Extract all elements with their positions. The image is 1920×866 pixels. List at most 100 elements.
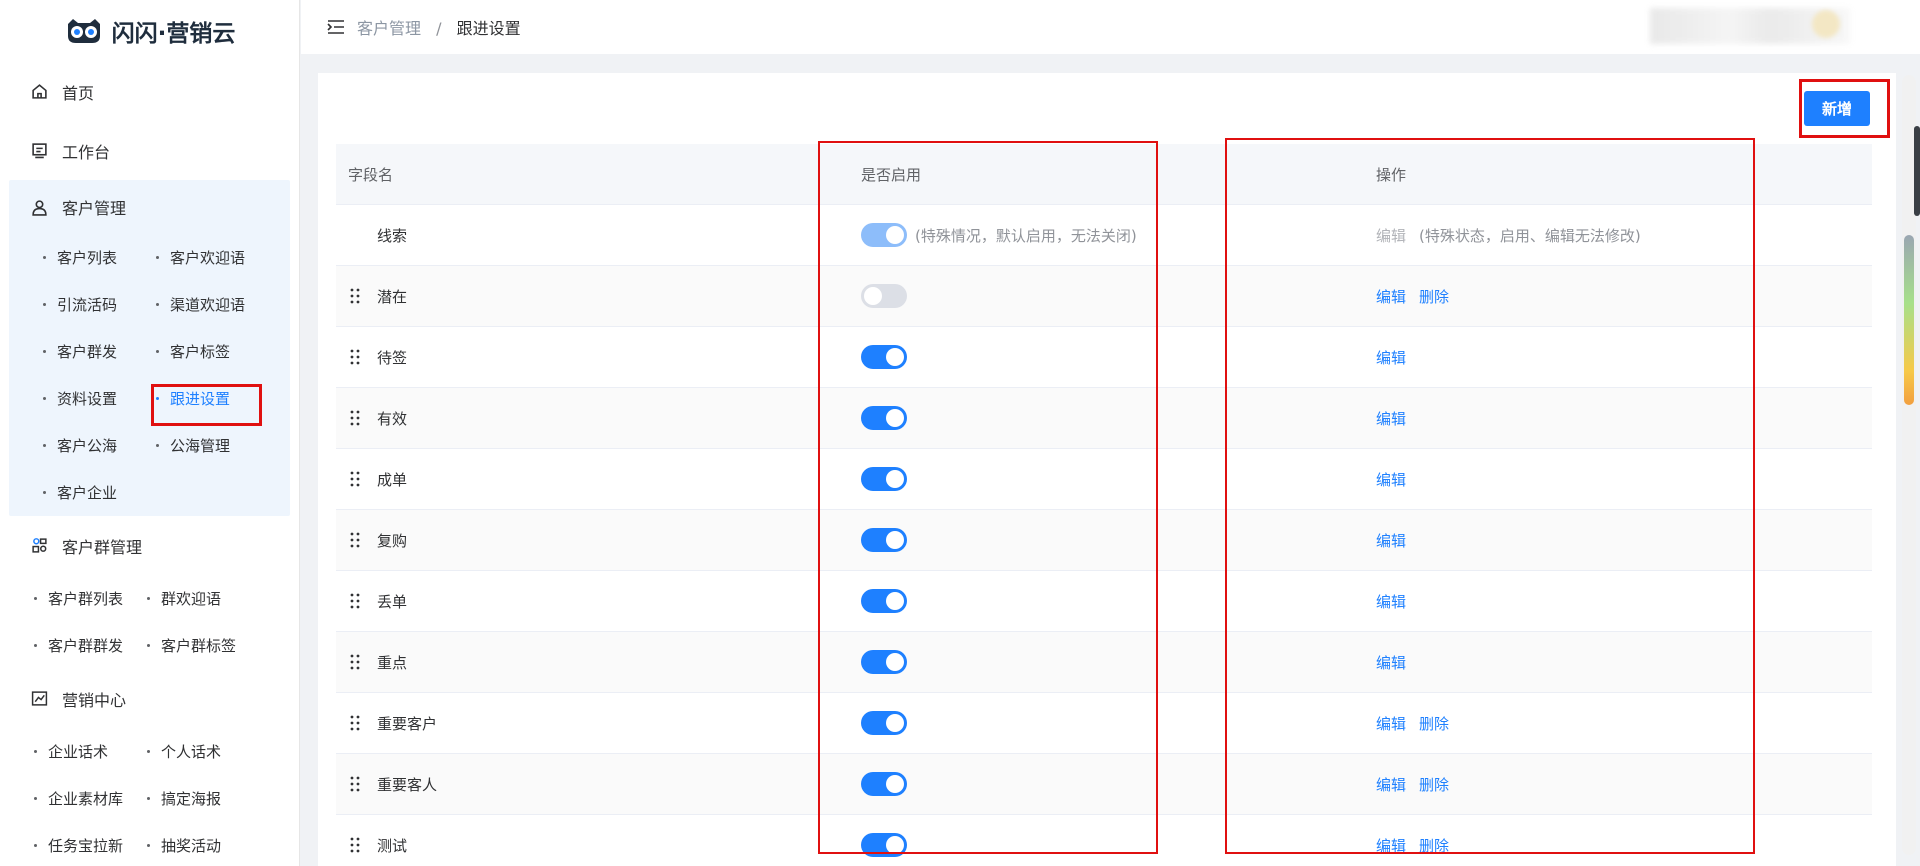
home-icon <box>32 84 47 99</box>
edit-link[interactable]: 编辑 <box>1376 774 1406 795</box>
logo[interactable]: 闪闪·营销云 <box>0 0 299 62</box>
drag-handle-icon[interactable] <box>348 348 362 366</box>
edit-link[interactable]: 编辑 <box>1376 347 1406 368</box>
sidebar-subitem-task-referral[interactable]: 任务宝拉新 <box>34 822 147 866</box>
sidebar-item-label: 客户群管理 <box>62 537 143 557</box>
delete-link[interactable]: 删除 <box>1419 774 1449 795</box>
sidebar-subitem-pool-mgmt[interactable]: 公海管理 <box>156 422 296 469</box>
breadcrumb-separator: / <box>436 19 442 38</box>
edit-link[interactable]: 编辑 <box>1376 286 1406 307</box>
enable-switch[interactable] <box>861 772 907 796</box>
users-icon <box>32 538 47 553</box>
table-header: 字段名 是否启用 操作 <box>336 144 1872 205</box>
table-row: 线索 (特殊情况，默认启用，无法关闭) 编辑 (特殊状态，启用、编辑无法修改) <box>336 205 1872 266</box>
drag-handle-icon[interactable] <box>348 592 362 610</box>
drag-handle-icon[interactable] <box>348 836 362 854</box>
edit-link[interactable]: 编辑 <box>1376 591 1406 612</box>
customer-mgmt-group: 客户管理 客户列表 客户欢迎语 引流活码 渠道欢迎语 客户群发 客户标签 资料设… <box>9 180 290 516</box>
edit-link[interactable]: 编辑 <box>1376 713 1406 734</box>
chart-icon <box>31 691 48 706</box>
followup-table: 字段名 是否启用 操作 线索 (特殊情况，默认启用，无法关闭) 编辑 (特殊状态，… <box>336 144 1872 866</box>
edit-link[interactable]: 编辑 <box>1376 530 1406 551</box>
menu-fold-icon[interactable] <box>327 19 345 35</box>
edit-link[interactable]: 编辑 <box>1376 652 1406 673</box>
drag-handle-icon[interactable] <box>348 775 362 793</box>
edit-link[interactable]: 编辑 <box>1376 835 1406 856</box>
table-row: 丢单 编辑 <box>336 571 1872 632</box>
sidebar: 闪闪·营销云 首页 工作台 客户管理 客户列表 客户欢迎语 引流活码 渠道欢迎语… <box>0 0 300 866</box>
sidebar-item-workbench[interactable]: 工作台 <box>0 121 299 180</box>
sidebar-subitem-customer-list[interactable]: 客户列表 <box>43 234 156 281</box>
sidebar-item-group-mgmt[interactable]: 客户群管理 <box>0 516 299 575</box>
breadcrumb-parent[interactable]: 客户管理 <box>357 19 421 38</box>
field-name: 重要客人 <box>377 775 438 794</box>
sidebar-item-home[interactable]: 首页 <box>0 62 299 121</box>
sidebar-subitem-personal-scripts[interactable]: 个人话术 <box>147 728 287 775</box>
action-note: (特殊状态，启用、编辑无法修改) <box>1419 226 1641 245</box>
enable-switch[interactable] <box>861 528 907 552</box>
enable-switch[interactable] <box>861 833 907 857</box>
column-header-actions: 操作 <box>1376 165 1407 184</box>
drag-handle-icon[interactable] <box>348 653 362 671</box>
enable-switch[interactable] <box>861 467 907 491</box>
sidebar-subitem-group-tags[interactable]: 客户群标签 <box>147 622 287 669</box>
sidebar-item-label: 营销中心 <box>62 690 127 710</box>
monitor-icon <box>32 143 47 159</box>
field-name: 线索 <box>377 226 408 245</box>
enable-switch[interactable] <box>861 284 907 308</box>
sidebar-subitem-group-broadcast[interactable]: 客户群群发 <box>34 622 147 669</box>
sidebar-subitem-group-welcome[interactable]: 群欢迎语 <box>147 575 287 622</box>
delete-link[interactable]: 删除 <box>1419 286 1449 307</box>
sidebar-subitem-live-code[interactable]: 引流活码 <box>43 281 156 328</box>
sidebar-item-label: 首页 <box>62 83 95 103</box>
field-name: 潜在 <box>377 287 408 306</box>
field-name: 重点 <box>377 653 408 672</box>
delete-link[interactable]: 删除 <box>1419 713 1449 734</box>
user-icon <box>32 199 47 216</box>
sidebar-subitem-group-list[interactable]: 客户群列表 <box>34 575 147 622</box>
sidebar-item-label: 工作台 <box>62 142 111 162</box>
sidebar-subitem-customer-tags[interactable]: 客户标签 <box>156 328 296 375</box>
sidebar-subitem-material-library[interactable]: 企业素材库 <box>34 775 147 822</box>
delete-link[interactable]: 删除 <box>1419 835 1449 856</box>
sidebar-subitem-customer-broadcast[interactable]: 客户群发 <box>43 328 156 375</box>
sidebar-subitem-company-scripts[interactable]: 企业话术 <box>34 728 147 775</box>
table-row: 潜在 编辑 删除 <box>336 266 1872 327</box>
scrollbar-thumb[interactable] <box>1904 235 1914 405</box>
field-name: 重要客户 <box>377 714 438 733</box>
avatar[interactable] <box>1812 10 1840 38</box>
sidebar-subitem-customer-welcome[interactable]: 客户欢迎语 <box>156 234 296 281</box>
field-name: 待签 <box>377 348 408 367</box>
table-row: 成单 编辑 <box>336 449 1872 510</box>
edit-link[interactable]: 编辑 <box>1376 408 1406 429</box>
enable-switch[interactable] <box>861 650 907 674</box>
drag-handle-icon[interactable] <box>348 531 362 549</box>
enable-switch[interactable] <box>861 406 907 430</box>
enable-switch[interactable] <box>861 711 907 735</box>
enable-switch[interactable] <box>861 345 907 369</box>
edit-link[interactable]: 编辑 <box>1376 469 1406 490</box>
enable-switch[interactable] <box>861 589 907 613</box>
edit-link: 编辑 <box>1376 226 1407 245</box>
table-row: 待签 编辑 <box>336 327 1872 388</box>
sidebar-subitem-posters[interactable]: 搞定海报 <box>147 775 287 822</box>
drag-handle-icon[interactable] <box>348 714 362 732</box>
breadcrumb-current: 跟进设置 <box>456 19 521 38</box>
sidebar-subitem-followup-settings[interactable]: 跟进设置 <box>156 375 296 422</box>
drag-handle-icon[interactable] <box>348 470 362 488</box>
table-row: 测试 编辑 删除 <box>336 815 1872 866</box>
field-name: 有效 <box>377 409 408 428</box>
drag-handle-icon[interactable] <box>348 287 362 305</box>
enable-note: (特殊情况，默认启用，无法关闭) <box>915 226 1137 245</box>
edge-widget <box>1914 126 1920 216</box>
sidebar-subitem-profile-settings[interactable]: 资料设置 <box>43 375 156 422</box>
sidebar-subitem-lottery[interactable]: 抽奖活动 <box>147 822 287 866</box>
drag-handle-icon[interactable] <box>348 409 362 427</box>
add-button[interactable]: 新增 <box>1804 91 1870 126</box>
sidebar-subitem-public-pool[interactable]: 客户公海 <box>43 422 156 469</box>
table-row: 重要客人 编辑 删除 <box>336 754 1872 815</box>
sidebar-subitem-channel-welcome[interactable]: 渠道欢迎语 <box>156 281 296 328</box>
sidebar-item-marketing[interactable]: 营销中心 <box>0 669 299 728</box>
sidebar-subitem-customer-company[interactable]: 客户企业 <box>43 469 156 516</box>
sidebar-item-customer-mgmt[interactable]: 客户管理 <box>9 180 290 234</box>
